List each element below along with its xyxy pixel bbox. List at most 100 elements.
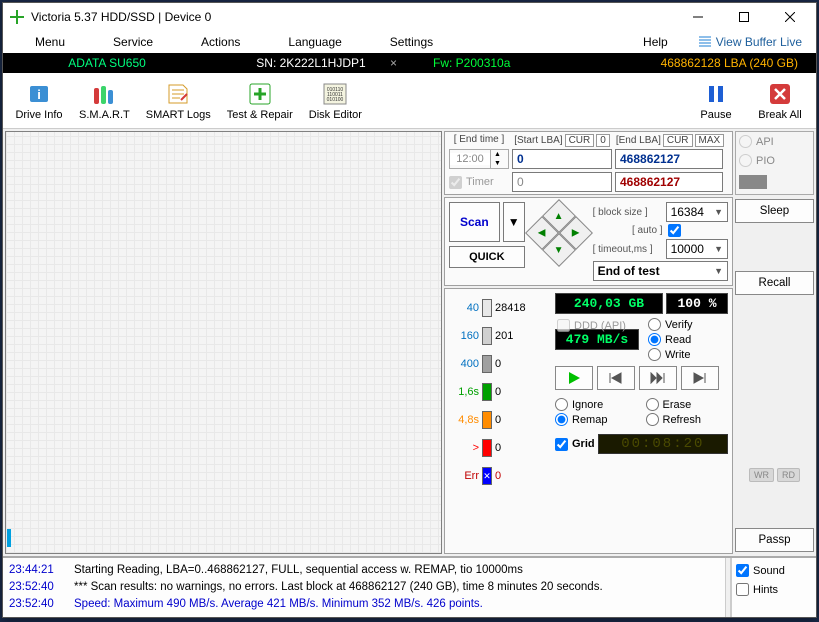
drive-info-button[interactable]: i Drive Info — [7, 79, 71, 123]
log-row: 23:44:21Starting Reading, LBA=0..4688621… — [9, 562, 719, 579]
ignore-radio[interactable]: Ignore — [555, 398, 638, 411]
minimize-button[interactable] — [678, 3, 724, 31]
stat-4-8s: 4,8s0 — [449, 409, 549, 431]
window-controls — [678, 3, 816, 31]
end-time-stepper[interactable]: ▲▼ — [449, 149, 509, 169]
device-info-bar: ADATA SU650 SN: 2K222L1HJDP1× Fw: P20031… — [3, 53, 816, 73]
quick-button[interactable]: QUICK — [449, 246, 525, 268]
log-row: 23:52:40*** Scan results: no warnings, n… — [9, 579, 719, 596]
sleep-button[interactable]: Sleep — [735, 199, 814, 223]
io-indicator — [739, 175, 767, 189]
auto-checkbox[interactable] — [668, 224, 681, 237]
surface-cursor — [7, 529, 11, 547]
log-panel: 23:44:21Starting Reading, LBA=0..4688621… — [3, 556, 816, 617]
buffer-icon — [698, 36, 712, 48]
recall-button[interactable]: Recall — [735, 271, 814, 295]
end-cur-button[interactable]: CUR — [663, 134, 693, 147]
stat-gt: >0 — [449, 437, 549, 459]
stat-160: 160201 — [449, 325, 549, 347]
passp-button[interactable]: Passp — [735, 528, 814, 552]
smart-button[interactable]: S.M.A.R.T — [71, 79, 138, 123]
read-radio[interactable]: Read — [648, 333, 728, 346]
surface-map[interactable] — [5, 131, 442, 554]
next-button[interactable] — [681, 366, 719, 390]
speed-readout: 479 MB/s — [555, 329, 639, 350]
sound-checkbox[interactable]: Sound — [736, 564, 812, 577]
prev-button[interactable] — [597, 366, 635, 390]
start-lba-input[interactable] — [512, 149, 612, 169]
erase-radio[interactable]: Erase — [646, 398, 729, 411]
clear-sn-icon[interactable]: × — [380, 56, 407, 70]
api-panel: API PIO — [735, 131, 814, 195]
remap-radio[interactable]: Remap — [555, 413, 638, 426]
close-button[interactable] — [770, 3, 816, 31]
block-size-select[interactable]: 16384▼ — [666, 202, 728, 222]
test-repair-button[interactable]: Test & Repair — [219, 79, 301, 123]
app-window: Victoria 5.37 HDD/SSD | Device 0 Menu Se… — [2, 2, 817, 618]
scan-button[interactable]: Scan — [449, 202, 500, 242]
stat-400: 4000 — [449, 353, 549, 375]
smart-logs-button[interactable]: SMART Logs — [138, 79, 219, 123]
right-sidebar: API PIO Sleep Recall WR RD Passp — [735, 131, 814, 554]
maximize-button[interactable] — [724, 3, 770, 31]
smart-logs-icon — [165, 82, 191, 106]
stat-40: 4028418 — [449, 297, 549, 319]
end-action-select[interactable]: End of test▼ — [593, 261, 728, 281]
menu-menu[interactable]: Menu — [11, 33, 89, 51]
stat-1-6s: 1,6s0 — [449, 381, 549, 403]
device-fw: Fw: P200310a — [411, 56, 571, 70]
menubar: Menu Service Actions Language Settings H… — [3, 31, 816, 53]
stats-panel: 4028418 160201 4000 1,6s0 4,8s0 >0 Err✕0… — [444, 288, 733, 554]
scan-dropdown-button[interactable]: ▼ — [503, 202, 525, 242]
write-radio[interactable]: Write — [648, 348, 728, 361]
timer-start-input[interactable] — [512, 172, 612, 192]
end-max-button[interactable]: MAX — [695, 134, 725, 147]
log-row: 23:52:40Speed: Maximum 490 MB/s. Average… — [9, 596, 719, 613]
nav-diamond: ▲ ▼ ◀ ▶ — [528, 202, 590, 264]
timer-end-input[interactable] — [615, 172, 723, 192]
menu-help[interactable]: Help — [619, 33, 692, 51]
rd-tag: RD — [777, 468, 800, 482]
disk-editor-button[interactable]: 010110110011010100 Disk Editor — [301, 79, 370, 123]
verify-radio[interactable]: Verify — [648, 318, 728, 331]
menu-service[interactable]: Service — [89, 33, 177, 51]
log-body[interactable]: 23:44:21Starting Reading, LBA=0..4688621… — [3, 558, 725, 617]
pio-radio[interactable]: PIO — [739, 154, 810, 167]
api-radio[interactable]: API — [739, 135, 810, 148]
hints-checkbox[interactable]: Hints — [736, 583, 812, 596]
window-title: Victoria 5.37 HDD/SSD | Device 0 — [31, 10, 678, 24]
refresh-radio[interactable]: Refresh — [646, 413, 729, 426]
break-all-button[interactable]: Break All — [748, 79, 812, 123]
skip-button[interactable] — [639, 366, 677, 390]
end-time-input[interactable] — [450, 153, 490, 165]
device-sn: SN: 2K222L1HJDP1× — [211, 56, 411, 70]
svg-text:010100: 010100 — [327, 97, 344, 103]
grid-checkbox[interactable]: Grid — [555, 438, 595, 451]
break-icon — [769, 83, 791, 105]
wr-tag: WR — [749, 468, 774, 482]
toolbar: i Drive Info S.M.A.R.T SMART Logs Test &… — [3, 73, 816, 129]
menu-settings[interactable]: Settings — [366, 33, 457, 51]
disk-editor-icon: 010110110011010100 — [322, 82, 348, 106]
start-zero-button[interactable]: 0 — [596, 134, 610, 147]
menu-language[interactable]: Language — [264, 33, 365, 51]
play-button[interactable] — [555, 366, 593, 390]
pause-button[interactable]: Pause — [684, 79, 748, 123]
end-lba-input[interactable] — [615, 149, 723, 169]
timeout-select[interactable]: 10000▼ — [666, 239, 728, 259]
svg-text:i: i — [37, 87, 41, 102]
ddd-checkbox[interactable]: DDD (API) — [557, 319, 637, 332]
drive-info-icon: i — [27, 82, 51, 106]
scan-controls: [ End time ] [Start LBA] CUR 0 [End LBA]… — [444, 131, 733, 554]
percent-readout: 100 % — [666, 293, 728, 314]
scan-action-panel: Scan ▼ QUICK ▲ ▼ ◀ ▶ [ block size ] 1638… — [444, 197, 733, 286]
start-cur-button[interactable]: CUR — [565, 134, 595, 147]
device-lba: 468862128 LBA (240 GB) — [571, 56, 816, 70]
end-time-header: [ End time ] — [449, 134, 509, 147]
timer-checkbox[interactable]: Timer — [449, 176, 509, 189]
view-buffer-live[interactable]: View Buffer Live — [692, 33, 808, 51]
menu-actions[interactable]: Actions — [177, 33, 264, 51]
device-model: ADATA SU650 — [3, 56, 211, 70]
titlebar: Victoria 5.37 HDD/SSD | Device 0 — [3, 3, 816, 31]
main-area: [ End time ] [Start LBA] CUR 0 [End LBA]… — [3, 129, 816, 556]
